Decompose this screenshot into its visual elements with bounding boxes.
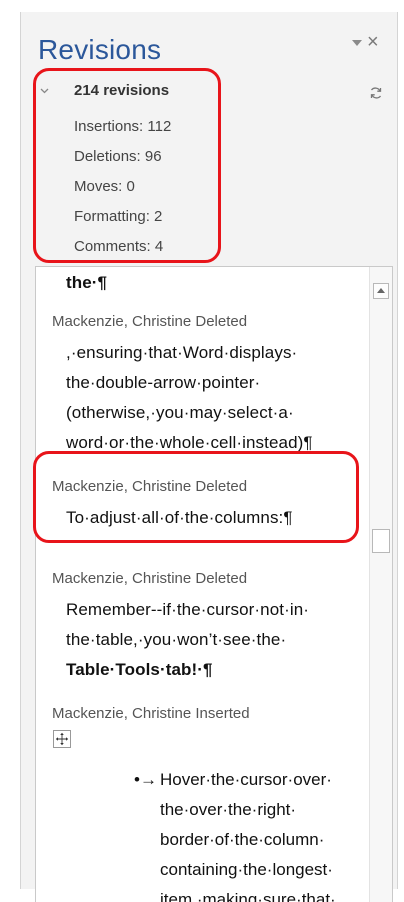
comments-count: Comments: 4	[74, 238, 164, 255]
revision-author[interactable]: Mackenzie, Christine Inserted	[52, 705, 250, 722]
moves-count: Moves: 0	[74, 178, 135, 195]
total-revisions-count[interactable]: 214 revisions	[74, 82, 169, 99]
revision-author[interactable]: Mackenzie, Christine Deleted	[52, 570, 247, 587]
chevron-down-icon[interactable]	[40, 86, 49, 95]
deletions-count: Deletions: 96	[74, 148, 162, 165]
revision-author[interactable]: Mackenzie, Christine Deleted	[52, 313, 247, 330]
revision-text: (otherwise,·you·may·select·a·	[66, 403, 294, 422]
dropdown-triangle-icon[interactable]	[352, 40, 362, 46]
revisions-summary: 214 revisions Insertions: 112 Deletions:…	[36, 82, 216, 255]
revision-text: ,·ensuring·that·Word·displays·	[66, 343, 298, 362]
vertical-scrollbar[interactable]	[369, 267, 392, 902]
revision-text: the·double-arrow·pointer·	[66, 373, 261, 392]
revision-text: word·or·the·whole·cell·instead)¶	[66, 433, 313, 452]
refresh-icon[interactable]	[369, 86, 383, 100]
close-icon[interactable]: ×	[367, 32, 379, 52]
table-move-handle-icon	[53, 730, 71, 748]
revision-text: Hover·the·cursor·over·	[160, 770, 332, 789]
insertions-count: Insertions: 112	[74, 118, 172, 135]
pane-title: Revisions	[38, 34, 162, 65]
revision-text: the·¶	[66, 273, 108, 292]
bullet-marker: •→	[134, 770, 157, 789]
formatting-count: Formatting: 2	[74, 208, 163, 225]
revision-author[interactable]: Mackenzie, Christine Deleted	[52, 478, 247, 495]
revision-text: item,·making·sure·that·	[160, 890, 336, 902]
scroll-up-button[interactable]	[373, 283, 389, 299]
revision-text: the·table,·you·won’t·see·the·	[66, 630, 287, 649]
revision-text: the·over·the·right·	[160, 800, 297, 819]
scroll-thumb[interactable]	[372, 529, 390, 553]
revision-text: To·adjust·all·of·the·columns:¶	[66, 508, 293, 527]
revision-text: border·of·the·column·	[160, 830, 325, 849]
revisions-pane: Revisions × 214 revisions Insertions: 11…	[20, 12, 398, 902]
revision-text: Table·Tools·tab!·¶	[66, 660, 213, 679]
revision-text: Remember--if·the·cursor·not·in·	[66, 600, 310, 619]
revision-text: containing·the·longest·	[160, 860, 333, 879]
revisions-list[interactable]: the·¶ Mackenzie, Christine Deleted ,·ens…	[35, 266, 393, 902]
